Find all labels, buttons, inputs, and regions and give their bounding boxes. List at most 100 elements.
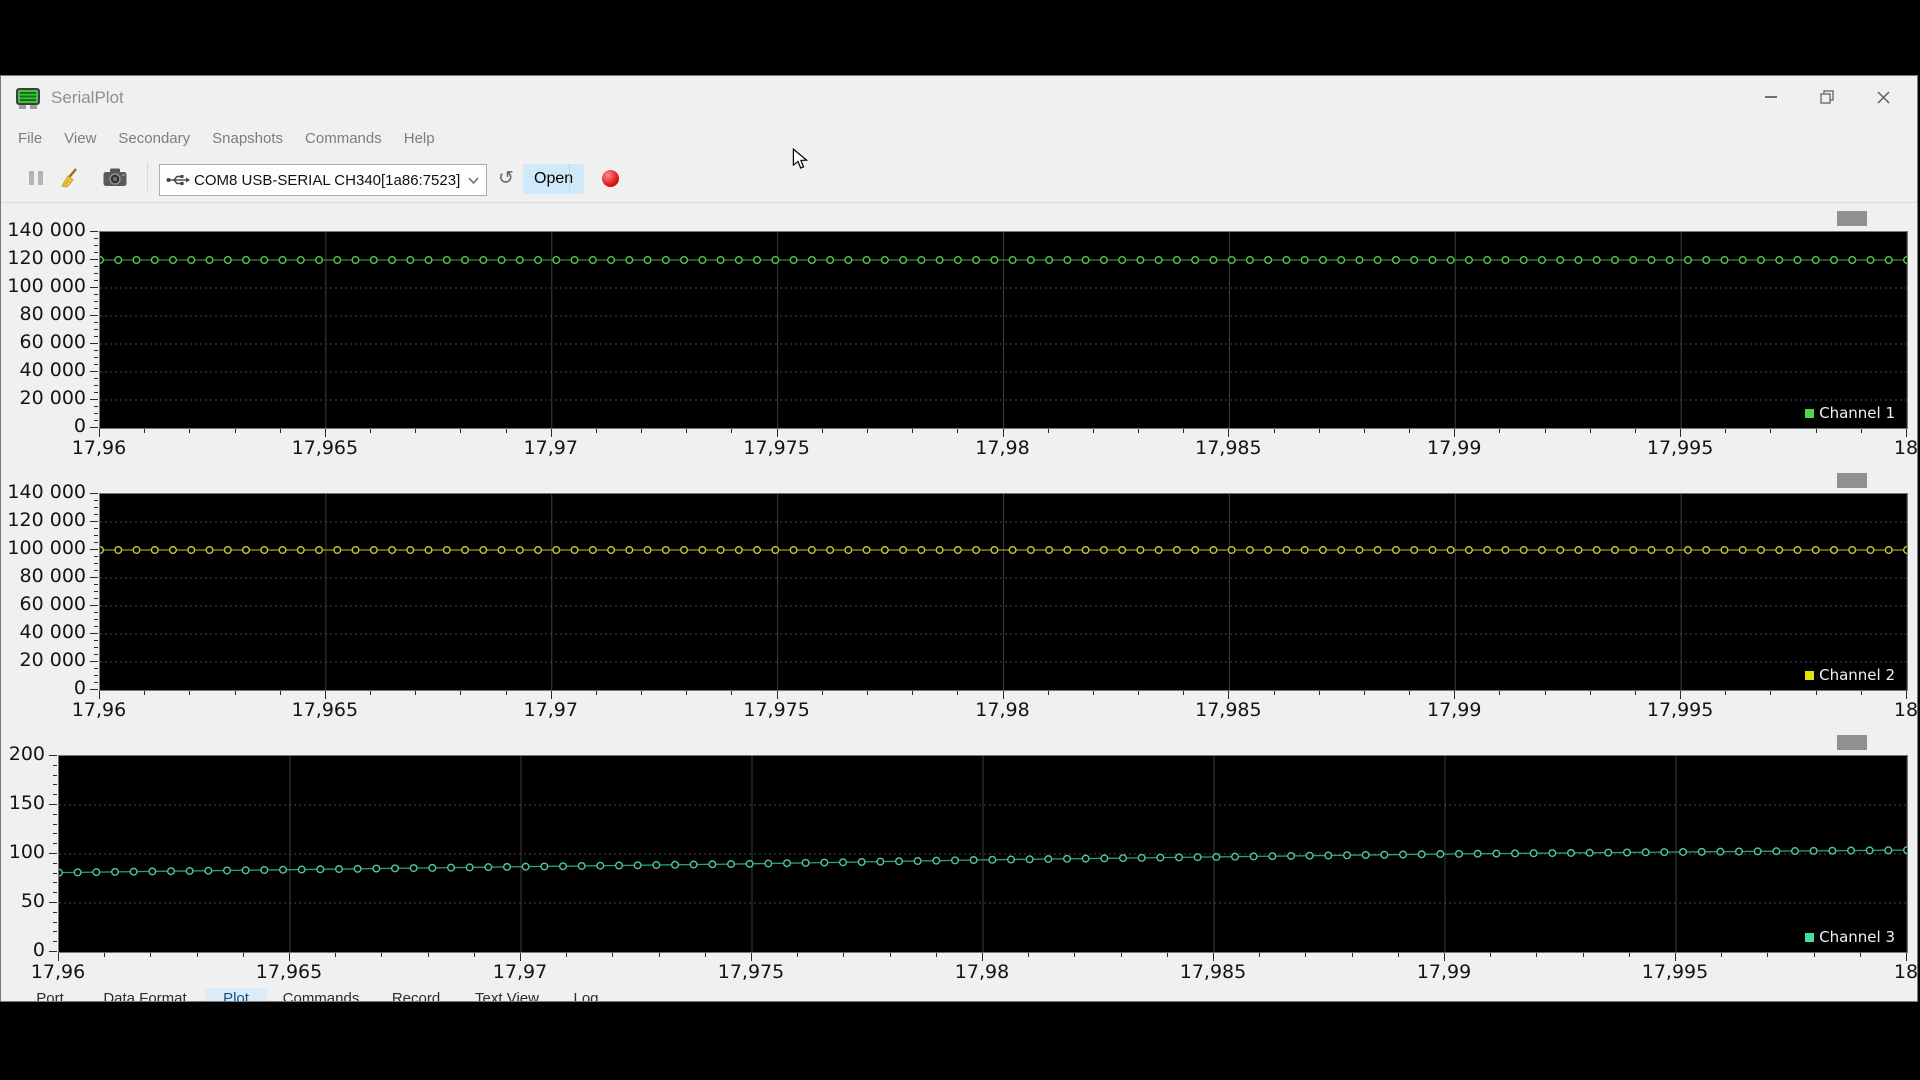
series-marker bbox=[1549, 850, 1556, 857]
x-major-tick bbox=[1906, 429, 1907, 437]
x-minor-tick bbox=[189, 691, 190, 695]
restore-button[interactable] bbox=[1799, 80, 1855, 114]
x-minor-tick bbox=[1183, 691, 1184, 695]
menu-help[interactable]: Help bbox=[393, 124, 446, 153]
series-marker bbox=[560, 863, 567, 870]
series-marker bbox=[578, 863, 585, 870]
series-marker bbox=[1885, 257, 1892, 264]
pause-button[interactable] bbox=[19, 162, 53, 194]
minimize-button[interactable] bbox=[1743, 80, 1799, 114]
series-marker bbox=[186, 868, 193, 875]
close-button[interactable] bbox=[1855, 80, 1911, 114]
menu-file[interactable]: File bbox=[7, 124, 53, 153]
series-marker bbox=[1885, 547, 1892, 554]
y-tick-label: 100 000 bbox=[7, 275, 86, 297]
x-minor-tick bbox=[1583, 953, 1584, 957]
series-marker bbox=[1698, 849, 1705, 856]
series-marker bbox=[1155, 257, 1162, 264]
y-minor-tick bbox=[94, 385, 98, 386]
x-minor-tick bbox=[381, 953, 382, 957]
tab-record[interactable]: Record bbox=[375, 988, 457, 1001]
series-marker bbox=[112, 869, 119, 876]
series-marker bbox=[1009, 257, 1016, 264]
snapshot-button[interactable] bbox=[95, 162, 135, 194]
series-marker bbox=[115, 547, 122, 554]
x-minor-tick bbox=[1814, 953, 1815, 957]
series-marker bbox=[900, 257, 907, 264]
port-select[interactable]: COM8 USB-SERIAL CH340[1a86:7523] bbox=[159, 164, 487, 196]
x-major-tick bbox=[1228, 429, 1229, 437]
y-major-tick bbox=[90, 633, 98, 634]
x-tick-label: 17,985 bbox=[1153, 961, 1273, 983]
x-tick-label: 17,98 bbox=[943, 437, 1063, 459]
y-minor-tick bbox=[94, 273, 98, 274]
series-marker bbox=[1418, 851, 1425, 858]
series-marker bbox=[1642, 849, 1649, 856]
x-major-tick bbox=[520, 953, 521, 961]
series-marker bbox=[1101, 855, 1108, 862]
toolbar-separator bbox=[147, 164, 148, 192]
menu-snapshots[interactable]: Snapshots bbox=[201, 124, 294, 153]
tab-commands[interactable]: Commands bbox=[267, 988, 375, 1001]
series-marker bbox=[1393, 547, 1400, 554]
series-marker bbox=[297, 547, 304, 554]
legend-label: Channel 1 bbox=[1819, 404, 1895, 422]
tab-port[interactable]: Port bbox=[15, 988, 85, 1001]
y-minor-tick bbox=[94, 280, 98, 281]
series-marker bbox=[1064, 257, 1071, 264]
plot-scrollbar-thumb[interactable] bbox=[1837, 735, 1867, 750]
series-marker bbox=[1338, 257, 1345, 264]
series-marker bbox=[1288, 853, 1295, 860]
series-marker bbox=[1904, 257, 1907, 264]
record-button[interactable] bbox=[593, 162, 627, 194]
menu-commands[interactable]: Commands bbox=[294, 124, 393, 153]
y-minor-tick bbox=[94, 322, 98, 323]
x-major-tick bbox=[777, 691, 778, 699]
menu-bar: FileViewSecondarySnapshotsCommandsHelp bbox=[1, 121, 1918, 156]
x-major-tick bbox=[1454, 429, 1455, 437]
series-marker bbox=[616, 862, 623, 869]
tab-log[interactable]: Log bbox=[557, 988, 615, 1001]
plot-canvas[interactable]: Channel 2 bbox=[99, 493, 1908, 691]
series-marker bbox=[280, 866, 287, 873]
series-marker bbox=[955, 257, 962, 264]
series-marker bbox=[858, 859, 865, 866]
y-tick-label: 120 000 bbox=[7, 247, 86, 269]
series-marker bbox=[336, 866, 343, 873]
clear-button[interactable] bbox=[53, 162, 87, 194]
menu-view[interactable]: View bbox=[53, 124, 107, 153]
y-minor-tick bbox=[94, 252, 98, 253]
series-marker bbox=[1447, 547, 1454, 554]
series-marker bbox=[1008, 856, 1015, 863]
restore-icon bbox=[1820, 90, 1834, 104]
x-minor-tick bbox=[1721, 953, 1722, 957]
series-marker bbox=[790, 547, 797, 554]
title-bar[interactable]: SerialPlot bbox=[1, 76, 1917, 121]
x-minor-tick bbox=[1490, 953, 1491, 957]
x-tick-label: 18 bbox=[1846, 437, 1918, 459]
refresh-ports-button[interactable]: ↺ bbox=[493, 162, 519, 194]
series-marker bbox=[1904, 547, 1907, 554]
series-marker bbox=[936, 547, 943, 554]
series-marker bbox=[1520, 257, 1527, 264]
plot-scrollbar-thumb[interactable] bbox=[1837, 211, 1867, 226]
x-tick-label: 17,975 bbox=[717, 699, 837, 721]
tool-bar: COM8 USB-SERIAL CH340[1a86:7523] ↺ Open bbox=[1, 156, 1917, 203]
plot-canvas[interactable]: Channel 1 bbox=[99, 231, 1908, 429]
series-marker bbox=[991, 257, 998, 264]
x-minor-tick bbox=[1121, 953, 1122, 957]
y-tick-label: 20 000 bbox=[20, 649, 86, 671]
plot-scrollbar-thumb[interactable] bbox=[1837, 473, 1867, 488]
tab-data-format[interactable]: Data Format bbox=[85, 988, 205, 1001]
series-marker bbox=[736, 257, 743, 264]
menu-secondary[interactable]: Secondary bbox=[107, 124, 201, 153]
series-marker bbox=[1776, 547, 1783, 554]
tab-text-view[interactable]: Text View bbox=[457, 988, 557, 1001]
y-minor-tick bbox=[94, 245, 98, 246]
x-major-tick bbox=[551, 691, 552, 699]
plot-canvas[interactable]: Channel 3 bbox=[58, 755, 1908, 953]
open-port-button[interactable]: Open bbox=[523, 164, 584, 194]
x-minor-tick bbox=[370, 429, 371, 433]
tab-plot[interactable]: Plot bbox=[205, 988, 267, 1001]
series-marker bbox=[410, 865, 417, 872]
